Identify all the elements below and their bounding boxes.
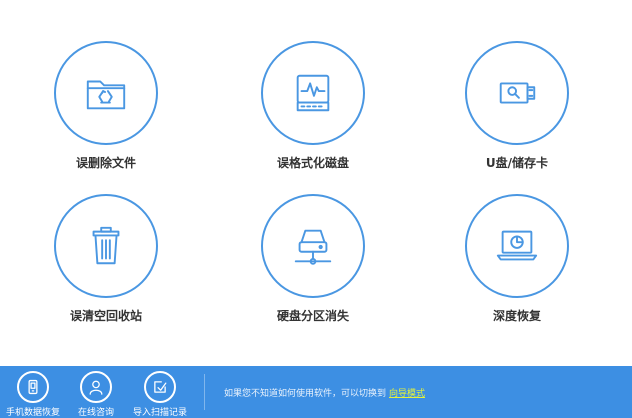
phone-recovery-button[interactable]: 手机数据恢复 <box>1 371 65 418</box>
tile-label: 误格式化磁盘 <box>276 156 349 170</box>
tile-label: 误删除文件 <box>75 156 136 170</box>
trash-can-icon <box>92 226 120 265</box>
tile-ring[interactable] <box>465 41 569 145</box>
tile-label: 深度恢复 <box>492 309 541 323</box>
hard-drive-partition-icon <box>294 229 332 265</box>
tile-formatted-disk[interactable]: 误格式化磁盘 <box>233 41 393 181</box>
button-label: 在线咨询 <box>77 408 114 418</box>
button-ring[interactable] <box>80 371 112 403</box>
import-scan-record-button[interactable]: 导入扫描记录 <box>128 371 192 418</box>
person-icon <box>89 380 103 395</box>
tile-ring[interactable] <box>54 41 158 145</box>
tile-label: 硬盘分区消失 <box>276 309 349 323</box>
phone-icon <box>28 379 38 395</box>
tile-emptied-recycle-bin[interactable]: 误清空回收站 <box>26 194 186 334</box>
tile-deep-recovery[interactable]: 深度恢复 <box>437 194 597 334</box>
online-support-button[interactable]: 在线咨询 <box>64 371 128 418</box>
button-ring[interactable] <box>17 371 49 403</box>
usb-drive-icon <box>499 82 536 104</box>
formatted-disk-icon <box>296 74 330 112</box>
recycle-folder-icon <box>86 80 126 110</box>
import-record-icon <box>154 381 167 393</box>
button-ring[interactable] <box>144 371 176 403</box>
tile-usb-memory-card[interactable]: U盘/储存卡 <box>437 41 597 181</box>
wizard-mode-link[interactable]: 向导模式 <box>389 389 425 399</box>
tile-ring[interactable] <box>465 194 569 298</box>
tile-ring[interactable] <box>261 194 365 298</box>
tile-label: 误清空回收站 <box>69 309 142 323</box>
wizard-mode-hint: 如果您不知道如何使用软件，可以切换到 向导模式 <box>224 388 425 400</box>
tile-deleted-files[interactable]: 误删除文件 <box>26 41 186 181</box>
footer-bar: 手机数据恢复 在线咨询 导入扫描记录 如果您不知道如何使用软件，可以切换到 向导模… <box>0 366 632 418</box>
button-label: 手机数据恢复 <box>5 408 60 418</box>
tile-ring[interactable] <box>261 41 365 145</box>
hint-text: 如果您不知道如何使用软件，可以切换到 <box>224 389 387 399</box>
button-label: 导入扫描记录 <box>132 408 187 418</box>
deep-recovery-laptop-icon <box>496 230 538 261</box>
tile-ring[interactable] <box>54 194 158 298</box>
footer-divider <box>204 374 205 410</box>
tile-lost-partition[interactable]: 硬盘分区消失 <box>233 194 393 334</box>
recovery-mode-grid: 误删除文件 误格式化磁盘 U盘/储存卡 误清空回收站 硬盘分区消失 深度恢复 <box>0 0 632 366</box>
tile-label: U盘/储存卡 <box>485 156 549 170</box>
